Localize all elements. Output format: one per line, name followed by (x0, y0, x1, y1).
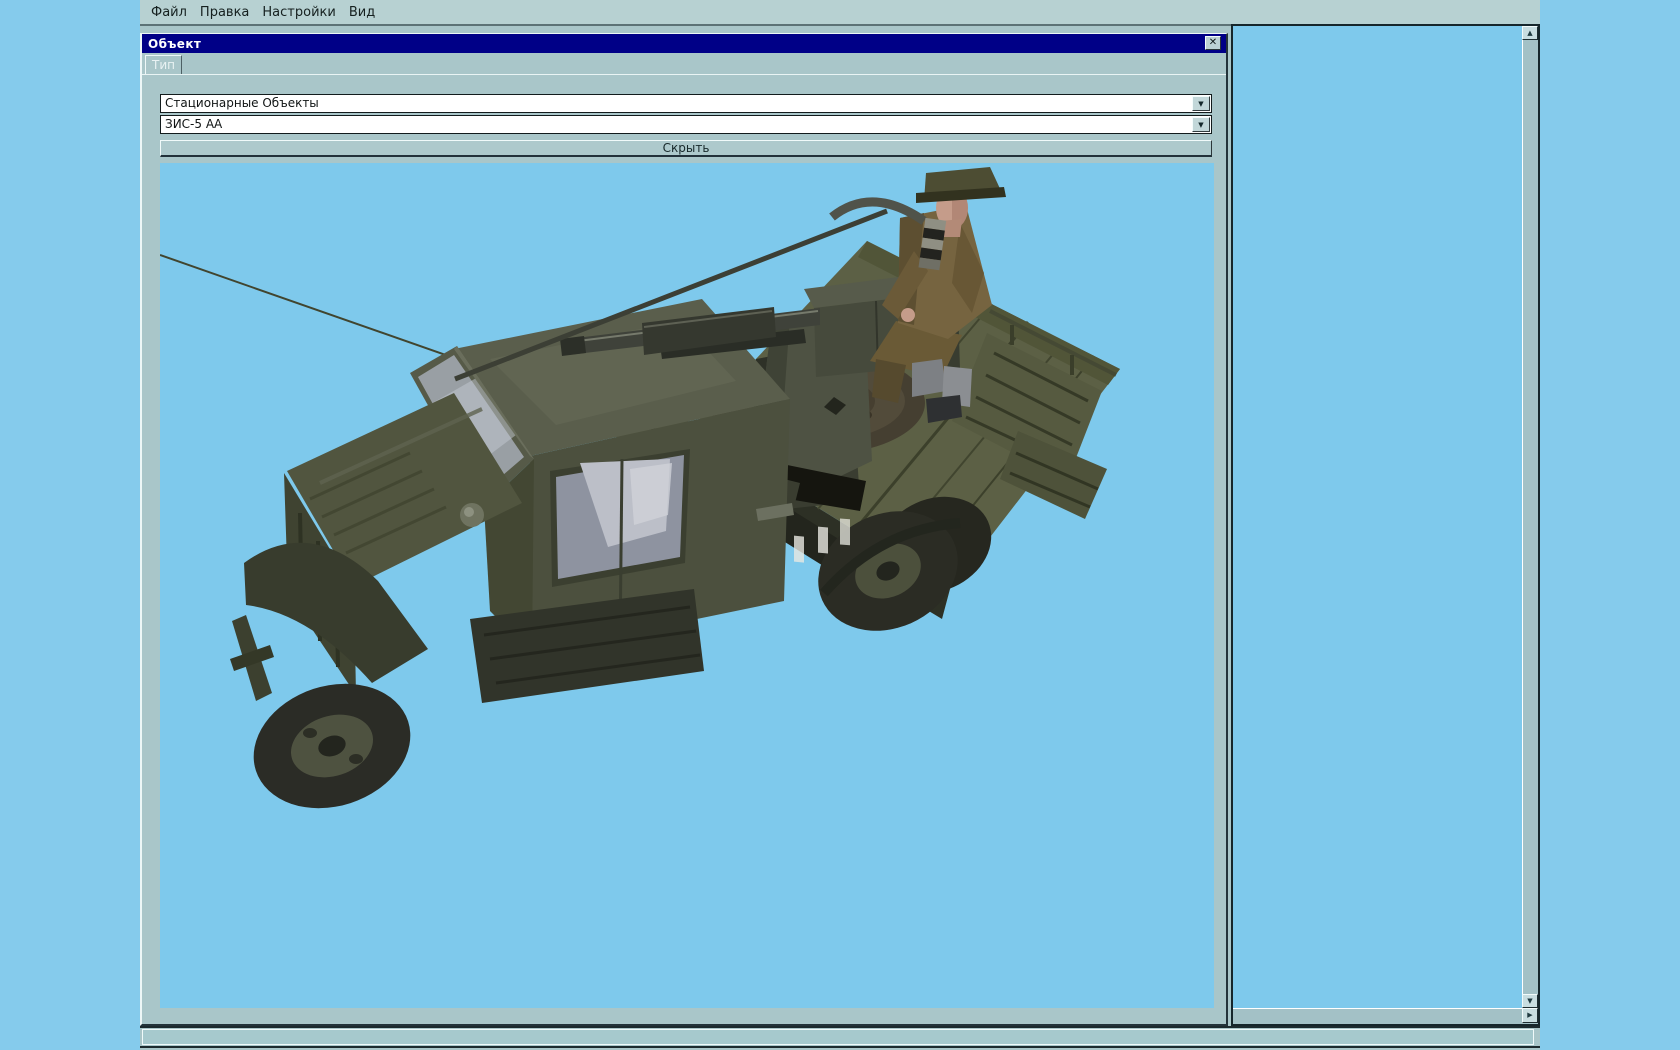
chevron-down-icon[interactable]: ▼ (1192, 117, 1210, 132)
model-viewport-3d[interactable] (160, 163, 1214, 1008)
scroll-right-icon[interactable]: ▶ (1522, 1008, 1538, 1023)
chevron-down-icon[interactable]: ▼ (1192, 96, 1210, 111)
app-root: { "menu": { "items": [ {"label": "Файл"}… (0, 0, 1680, 1050)
category-dropdown-value: Стационарные Объекты (165, 96, 319, 110)
truck-model-3d (160, 167, 1120, 809)
tab-type[interactable]: Тип (145, 55, 182, 74)
status-bar (140, 1026, 1540, 1048)
menu-settings[interactable]: Настройки (258, 3, 339, 22)
model-dropdown[interactable]: ЗИС-5 АА ▼ (160, 115, 1212, 134)
hide-button[interactable]: Скрыть (160, 140, 1212, 157)
horizontal-scrollbar[interactable]: ▶ (1233, 1008, 1538, 1024)
close-icon: ✕ (1208, 37, 1218, 48)
object-window-titlebar[interactable]: Объект (142, 34, 1226, 53)
scroll-up-icon[interactable]: ▲ (1522, 26, 1538, 40)
close-button[interactable]: ✕ (1205, 36, 1221, 50)
menu-file[interactable]: Файл (147, 3, 191, 22)
tab-type-label: Тип (152, 58, 175, 72)
vertical-scrollbar[interactable]: ▲ ▼ (1522, 26, 1538, 1008)
menu-bar: Файл Правка Настройки Вид (140, 0, 1540, 26)
model-dropdown-value: ЗИС-5 АА (165, 117, 223, 131)
right-pane[interactable]: ▲ ▼ ▶ (1231, 24, 1540, 1026)
status-bar-text (142, 1029, 1534, 1045)
scroll-down-icon[interactable]: ▼ (1522, 994, 1538, 1008)
object-window: Объект ✕ Тип Стационарные Объекты ▼ ЗИС-… (140, 33, 1228, 1026)
menu-edit[interactable]: Правка (196, 3, 253, 22)
tab-strip-baseline (142, 74, 1226, 75)
menu-view[interactable]: Вид (345, 3, 379, 22)
category-dropdown[interactable]: Стационарные Объекты ▼ (160, 94, 1212, 113)
object-window-title: Объект (148, 36, 202, 51)
